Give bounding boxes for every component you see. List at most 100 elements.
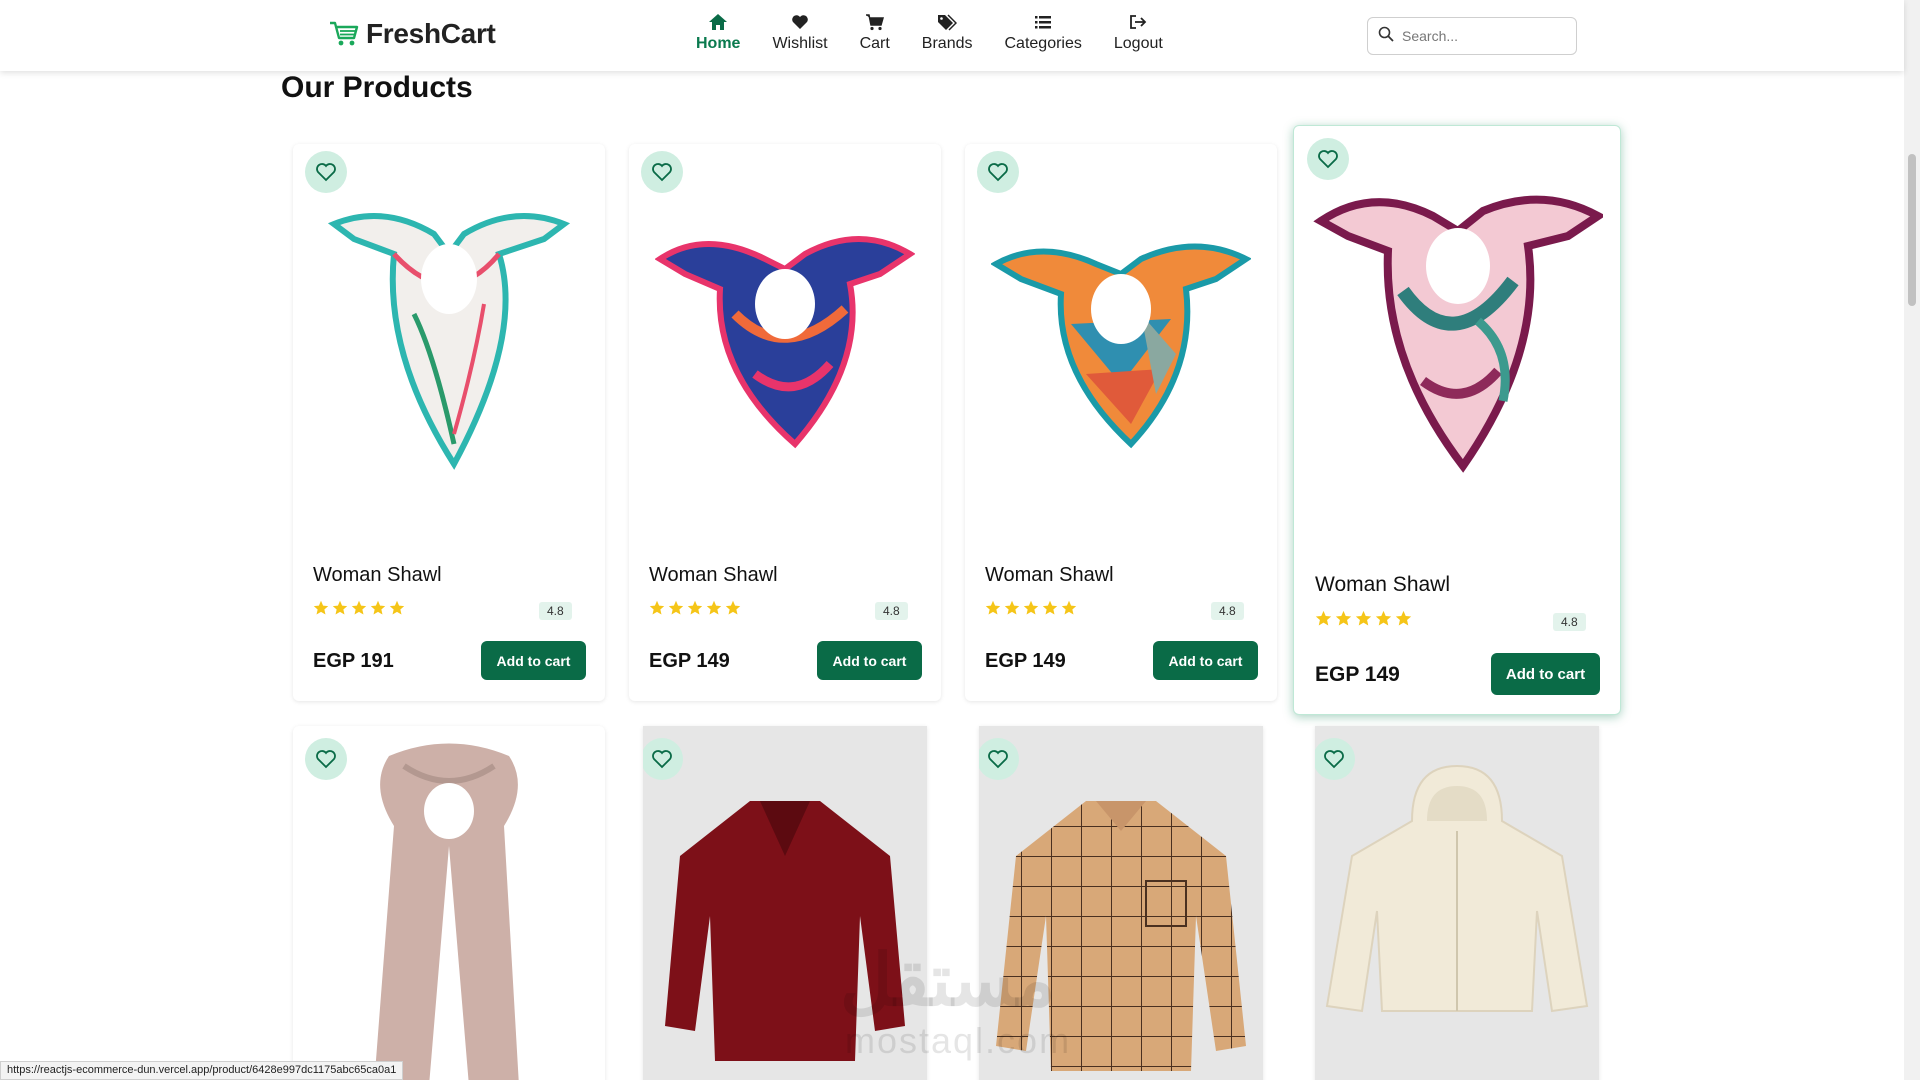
product-image[interactable] [629,184,941,504]
wishlist-heart-button[interactable] [305,738,347,780]
star-icon [725,600,741,615]
heart-outline-icon [1324,750,1344,769]
product-card[interactable]: Woman Shawl 4.8 EGP 149 Add to cart [1293,125,1621,715]
star-icon [313,600,329,615]
wishlist-heart-button[interactable] [641,151,683,193]
nav-brands[interactable]: Brands [906,12,989,53]
star-icon [1395,610,1412,626]
product-card[interactable]: Woman Shawl 4.8 EGP 191 Add to cart [293,144,605,701]
nav-wishlist-label: Wishlist [772,35,828,52]
tags-icon [937,12,958,32]
scrollbar-thumb[interactable] [1908,154,1916,306]
wishlist-heart-button[interactable] [1315,738,1355,780]
list-icon [1034,12,1052,32]
star-icon [706,600,722,615]
product-card[interactable] [1315,726,1599,1080]
heart-outline-icon [316,163,336,182]
nav-brands-label: Brands [921,35,973,52]
nav-logout[interactable]: Logout [1098,12,1179,53]
wishlist-heart-button[interactable] [643,738,683,780]
cart-icon [865,12,885,32]
product-card[interactable]: Woman Shawl 4.8 EGP 149 Add to cart [965,144,1277,701]
search-box[interactable] [1367,17,1577,55]
nav-logout-label: Logout [1113,35,1163,52]
star-icon [1061,600,1077,615]
star-icon [1355,610,1372,626]
search-icon [1378,26,1394,47]
product-image[interactable] [965,184,1277,504]
nav-categories-label: Categories [1004,35,1082,52]
heart-outline-icon [652,163,672,182]
watermark-latin: mostaql.com [845,1020,1072,1061]
wishlist-heart-button[interactable] [977,151,1019,193]
star-icon [1023,600,1039,615]
nav-cart-label: Cart [859,35,890,52]
product-price: EGP 191 [313,650,394,672]
section-title: Our Products [281,71,473,104]
nav-cart[interactable]: Cart [844,12,906,53]
add-to-cart-button[interactable]: Add to cart [481,641,586,680]
star-icon [649,600,665,615]
star-icon [389,600,405,615]
product-title[interactable]: Woman Shawl [985,564,1114,587]
product-image[interactable] [293,736,605,1080]
product-title[interactable]: Woman Shawl [649,564,778,587]
wishlist-heart-button[interactable] [305,151,347,193]
watermark-arabic: مستقل [840,941,1056,1021]
product-title[interactable]: Woman Shawl [1315,573,1450,597]
star-icon [1315,610,1332,626]
product-price: EGP 149 [649,650,730,672]
star-rating [1315,610,1412,627]
product-image[interactable] [1294,176,1620,496]
star-icon [687,600,703,615]
rating-badge: 4.8 [1211,602,1244,620]
product-title[interactable]: Woman Shawl [313,564,442,587]
star-rating [313,600,405,616]
link-status-bar: https://reactjs-ecommerce-dun.vercel.app… [0,1061,404,1080]
brand-logo[interactable]: FreshCart [328,18,496,50]
wishlist-heart-button[interactable] [1307,138,1349,180]
product-price: EGP 149 [1315,663,1400,686]
star-icon [1375,610,1392,626]
rating-badge: 4.8 [1553,613,1586,631]
heart-outline-icon [988,163,1008,182]
product-price: EGP 149 [985,650,1066,672]
heart-outline-icon [316,750,336,769]
heart-icon [791,12,809,32]
star-icon [985,600,1001,615]
star-icon [351,600,367,615]
cart-logo-icon [328,20,360,48]
star-icon [1004,600,1020,615]
star-icon [1335,610,1352,626]
logout-icon [1129,12,1147,32]
brand-name: FreshCart [366,18,496,49]
heart-outline-icon [652,750,672,769]
nav-home-label: Home [696,35,741,52]
rating-badge: 4.8 [539,602,572,620]
star-rating [985,600,1077,616]
add-to-cart-button[interactable]: Add to cart [1491,653,1600,695]
star-rating [649,600,741,616]
star-icon [1042,600,1058,615]
heart-outline-icon [988,750,1008,769]
search-input[interactable] [1402,28,1552,44]
add-to-cart-button[interactable]: Add to cart [817,641,922,680]
product-card[interactable] [293,726,605,1080]
heart-outline-icon [1318,150,1338,169]
wishlist-heart-button[interactable] [979,738,1019,780]
nav-home[interactable]: Home [680,12,756,53]
navbar: FreshCart Home Wishlist Cart Brands Cate… [0,0,1904,71]
star-icon [668,600,684,615]
product-image[interactable] [293,184,605,504]
page-scrollbar[interactable] [1904,0,1920,1080]
home-icon [708,12,728,32]
product-image[interactable] [1315,756,1599,1046]
rating-badge: 4.8 [875,602,908,620]
nav-wishlist[interactable]: Wishlist [756,12,843,53]
star-icon [370,600,386,615]
product-card[interactable]: Woman Shawl 4.8 EGP 149 Add to cart [629,144,941,701]
add-to-cart-button[interactable]: Add to cart [1153,641,1258,680]
star-icon [332,600,348,615]
nav-categories[interactable]: Categories [989,12,1098,53]
main-nav: Home Wishlist Cart Brands Categories Log… [680,12,1179,53]
